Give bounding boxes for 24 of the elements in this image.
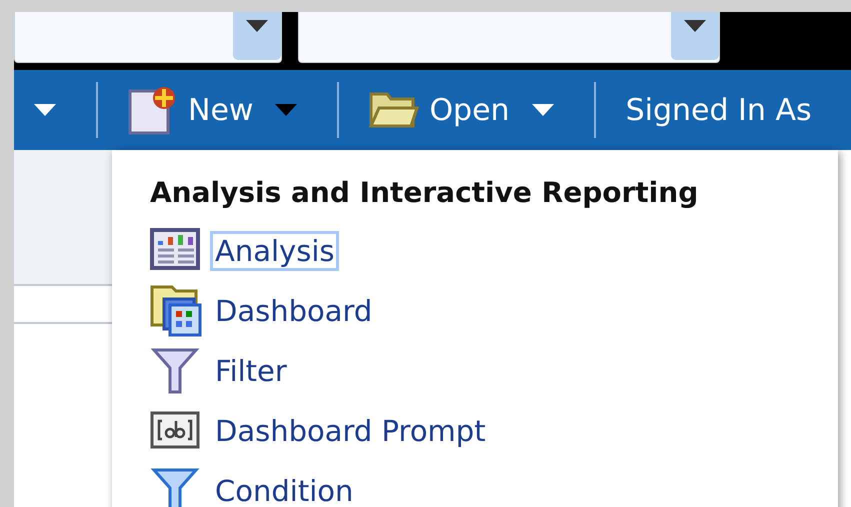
menu-button[interactable]: Open — [369, 90, 554, 130]
dropdown-field[interactable] — [298, 12, 720, 63]
menu-item[interactable]: Dashboard — [150, 281, 378, 341]
menu-heading: Analysis and Interactive Reporting — [150, 176, 700, 209]
menu-item[interactable]: Analysis — [150, 221, 340, 281]
dropdown-button[interactable] — [233, 12, 281, 60]
signed-in-menu[interactable]: Signed In As — [626, 92, 812, 128]
caret-icon — [275, 104, 298, 116]
text-field-icon — [150, 411, 202, 451]
menu-item[interactable]: Condition — [150, 461, 358, 507]
folder-icon — [369, 90, 420, 130]
dropdown-field[interactable] — [14, 12, 282, 63]
dropdown-button[interactable] — [671, 12, 719, 60]
caret-icon — [246, 20, 268, 32]
caret-icon — [684, 20, 706, 32]
menu-item[interactable]: Dashboard Prompt — [150, 401, 491, 461]
dashboard-icon — [150, 285, 202, 337]
menu-item[interactable]: Filter — [150, 341, 292, 401]
new-document-icon — [128, 85, 178, 135]
caret-icon — [34, 104, 56, 116]
menu-button[interactable]: New — [128, 85, 298, 135]
caret-icon — [532, 104, 554, 116]
funnel-icon — [150, 346, 202, 396]
funnel-icon — [150, 466, 202, 507]
